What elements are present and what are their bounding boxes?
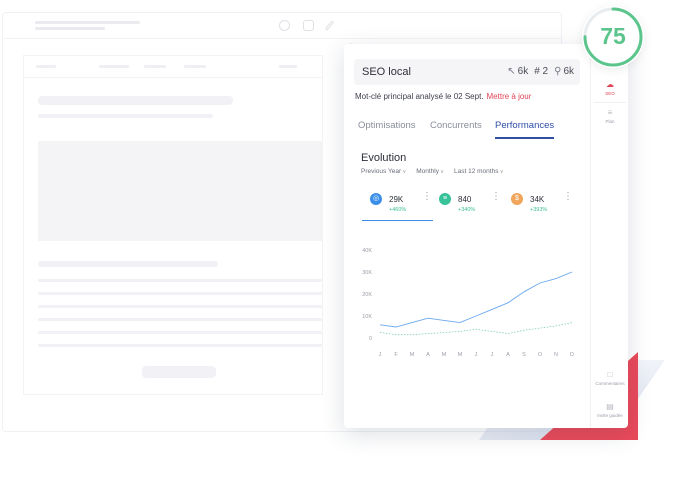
metric-delta: +460% [389,207,407,213]
keyword-box[interactable]: SEO local ↖ 6k # 2 ⚲ 6k [354,59,580,85]
traffic-icon: ◎ [370,193,382,205]
pencil-icon [324,20,335,31]
background-subtitle-line [35,27,105,30]
rail-label-guide: Invite guidée [597,413,623,418]
x-tick-label: M [458,352,463,358]
analysis-info: Mot-clé principal analysé le 02 Sept. Met… [355,92,531,101]
x-tick-label: M [410,352,415,358]
rail-divider [594,102,626,103]
rail-label-seo: SEO [605,91,615,96]
background-topbar [3,13,561,39]
x-tick-label: N [554,352,558,358]
background-title-line [35,21,140,24]
metric-traffic[interactable]: ◎ 29K +460% ⋮ [370,191,432,219]
y-tick-label: 0 [369,336,372,342]
keyword-stats: ↖ 6k # 2 ⚲ 6k [507,66,574,77]
x-tick-label: S [522,352,526,358]
tab-optimisations[interactable]: Optimisations [358,120,416,137]
active-metric-indicator [362,220,433,221]
list-icon: ≡ [439,193,451,205]
globe-icon [279,20,290,31]
x-tick-label: A [426,352,430,358]
search-icon: ⚲ [554,66,562,77]
right-rail: ☁ SEO ≡ Plan □ Commentaires ▤ Invite gui… [590,44,628,428]
keyword-results: ⚲ 6k [554,66,574,77]
x-tick-label: J [491,352,494,358]
background-text-bar [38,331,322,334]
evolution-filters: Previous Year Monthly Last 12 months [361,168,504,175]
cursor-icon: ↖ [507,66,516,77]
rail-item-guide[interactable]: ▤ Invite guidée [591,402,629,418]
metric-value: 34K [530,195,545,204]
background-image-block [38,141,322,241]
rail-item-comments[interactable]: □ Commentaires [591,370,629,386]
keyword-label: SEO local [362,66,411,78]
x-tick-label: M [442,352,447,358]
rail-label-comments: Commentaires [595,381,625,386]
x-tick-label: J [475,352,478,358]
tab-concurrents[interactable]: Concurrents [430,120,482,137]
evolution-title: Evolution [361,152,407,164]
cloud-icon: ☁ [606,80,614,89]
metric-delta: +393% [530,207,548,213]
evolution-chart: 40K 30K 20K 10K 0 J F M A M M J J A S O N D [362,248,574,358]
filter-granularity[interactable]: Monthly [416,168,444,175]
background-page [23,55,323,395]
keyword-position: # 2 [534,66,549,77]
keyword-volume: ↖ 6k [507,66,529,77]
y-tick-label: 40K [362,248,372,254]
background-text-bar [38,305,322,308]
x-tick-label: D [570,352,574,358]
filter-period[interactable]: Last 12 months [454,168,504,175]
metric-keywords[interactable]: ≡ 840 +340% ⋮ [439,191,501,219]
metric-value-estimate[interactable]: $ 34K +393% ⋮ [511,191,573,219]
rail-item-seo[interactable]: ☁ SEO [591,80,629,96]
background-heading-bar [38,96,233,105]
score-badge: 75 [582,6,644,68]
background-button [142,366,216,378]
background-text-bar [38,318,322,321]
series-line-primary [379,271,573,328]
y-tick-label: 30K [362,270,372,276]
background-text-bar [38,279,322,282]
update-link[interactable]: Mettre à jour [487,92,532,101]
score-value: 75 [600,23,626,49]
y-tick-label: 20K [362,292,372,298]
copy-icon [303,20,314,31]
rail-item-plan[interactable]: ≡ Plan [591,108,629,124]
x-tick-label: A [506,352,510,358]
background-text-bar [38,114,213,118]
dollar-icon: $ [511,193,523,205]
x-tick-label: F [394,352,398,358]
metric-value: 29K [389,195,404,204]
guide-icon: ▤ [606,402,614,411]
background-text-bar [38,344,322,347]
more-options-icon[interactable]: ⋮ [422,191,432,202]
background-toolbar [24,56,322,78]
analysis-text: Mot-clé principal analysé le 02 Sept. [355,92,484,101]
x-tick-label: O [538,352,543,358]
filter-comparison[interactable]: Previous Year [361,168,406,175]
seo-panel-content: SEO local ↖ 6k # 2 ⚲ 6k Mot-clé principal … [344,44,590,428]
more-options-icon[interactable]: ⋮ [491,191,501,202]
background-text-bar [38,292,322,295]
background-text-bar [38,261,218,267]
x-tick-label: J [379,352,382,358]
rail-label-plan: Plan [605,119,615,124]
metric-value: 840 [458,195,472,204]
series-line-comparison [379,322,573,336]
seo-panel: SEO local ↖ 6k # 2 ⚲ 6k Mot-clé principal … [344,44,628,428]
comment-icon: □ [607,370,613,379]
plan-icon: ≡ [607,108,613,117]
metric-delta: +340% [458,207,476,213]
panel-tabs: Optimisations Concurrents Performances [358,120,568,140]
more-options-icon[interactable]: ⋮ [563,191,573,202]
y-tick-label: 10K [362,314,372,320]
tab-performances[interactable]: Performances [495,120,555,139]
